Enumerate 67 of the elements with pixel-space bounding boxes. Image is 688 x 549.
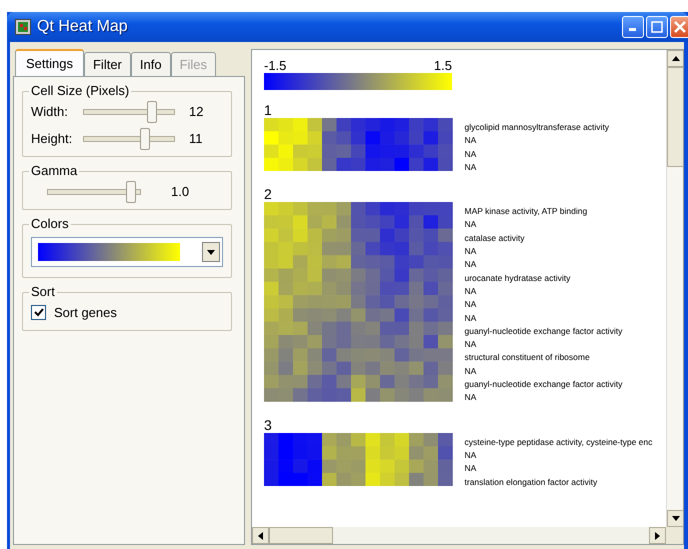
right-arrow-icon [655, 532, 660, 540]
dropdown-button[interactable] [202, 242, 220, 262]
scroll-up-button[interactable] [667, 50, 683, 67]
gene-annotation: NA [464, 462, 478, 476]
gene-annotation: structural constituent of ribosome [464, 351, 591, 364]
legend-min: -1.5 [264, 58, 286, 73]
vertical-scrollbar[interactable] [666, 50, 683, 527]
gene-annotation: NA [464, 298, 478, 312]
scroll-left-button[interactable] [252, 527, 269, 544]
tab[interactable]: Settings [15, 49, 84, 76]
group-title: Gamma [29, 163, 80, 178]
gene-annotation: urocanate hydratase activity [464, 272, 572, 285]
gene-annotation: NA [464, 312, 478, 325]
checkbox-label: Sort genes [54, 305, 117, 320]
group-title: Sort [29, 284, 57, 299]
gene-annotation: guanyl-nucleotide exchange factor activity [464, 378, 622, 392]
maximize-button[interactable] [646, 16, 668, 38]
cluster-number: 2 [264, 186, 273, 202]
slider-value: 12 [189, 104, 204, 119]
slider-thumb[interactable] [146, 100, 156, 122]
group-title: Cell Size (Pixels) [29, 83, 132, 98]
gene-annotation: NA [464, 218, 478, 232]
scroll-down-button[interactable] [667, 510, 683, 527]
scroll-thumb[interactable] [269, 527, 333, 544]
gene-annotation: NA [464, 245, 478, 258]
cluster-number: 3 [264, 416, 273, 433]
gene-annotation: glycolipid mannosyltransferase activity [464, 121, 610, 134]
gene-annotation: NA [464, 338, 478, 352]
slider-thumb[interactable] [126, 180, 136, 202]
left-arrow-icon [258, 532, 263, 540]
slider-value: 1.0 [171, 184, 190, 199]
close-button[interactable] [670, 16, 688, 38]
close-icon [674, 21, 686, 33]
up-arrow-icon [672, 56, 680, 61]
gene-annotation: guanyl-nucleotide exchange factor activity [464, 324, 622, 338]
gene-annotation: NA [464, 134, 478, 148]
group-title: Colors [29, 216, 71, 231]
down-arrow-icon [672, 516, 680, 521]
app-icon [15, 19, 31, 35]
window-title: Qt Heat Map [37, 18, 129, 36]
caret-icon [207, 250, 215, 254]
gene-annotation: cysteine-type peptidase activity, cysteine-type enc [464, 436, 652, 449]
gene-annotation: NA [464, 448, 478, 462]
gene-annotation: MAP kinase activity, ATP binding [464, 205, 588, 218]
slider-label: Height: [31, 131, 74, 146]
horizontal-scrollbar[interactable] [252, 527, 666, 544]
gene-annotation: NA [464, 148, 478, 161]
gene-annotation: translation elongation factor activity [464, 476, 598, 489]
gene-annotation: NA [464, 160, 478, 174]
tab[interactable]: Info [130, 52, 171, 76]
checkbox[interactable] [31, 305, 46, 320]
gene-annotation: NA [464, 364, 478, 378]
minimize-button[interactable] [622, 16, 644, 38]
gene-annotation: catalase activity [464, 232, 526, 245]
scroll-right-button[interactable] [649, 527, 666, 544]
gene-annotation: NA [464, 391, 478, 404]
slider-label: Width: [31, 104, 69, 119]
gene-annotation: NA [464, 284, 478, 298]
tab[interactable]: Filter [84, 52, 131, 76]
slider-thumb[interactable] [140, 128, 150, 150]
color-scale-dropdown[interactable] [31, 237, 223, 267]
gene-annotation: NA [464, 258, 478, 272]
maximize-icon [651, 21, 663, 33]
cluster-number: 1 [264, 102, 273, 118]
legend-max: 1.5 [434, 58, 452, 73]
scroll-thumb[interactable] [667, 67, 683, 167]
slider-value: 11 [189, 131, 202, 146]
